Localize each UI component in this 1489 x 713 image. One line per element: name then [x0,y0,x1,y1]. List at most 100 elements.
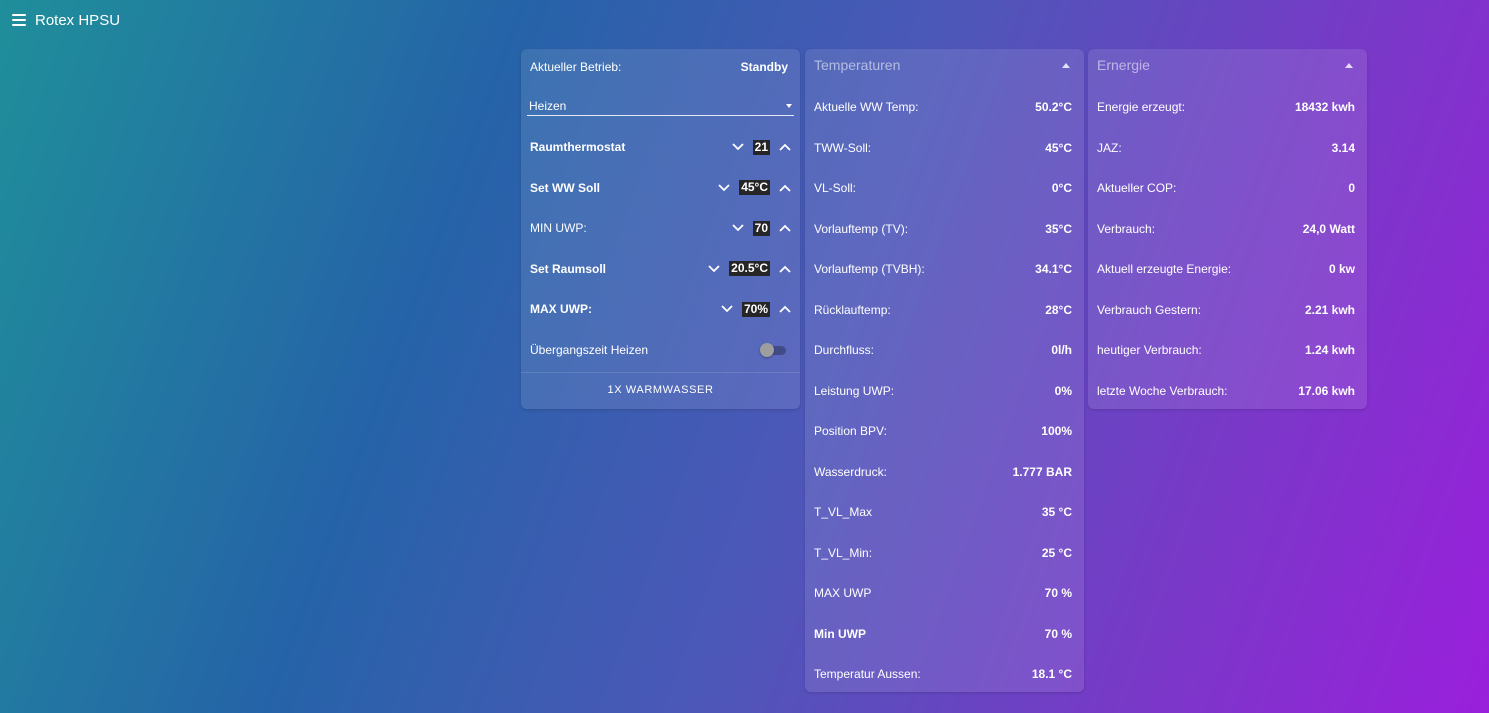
decrement-chevron-down-icon[interactable] [731,221,745,235]
number-control: 70 [731,220,792,236]
number-row: Set Raumsoll 20.5°C [521,249,800,290]
mode-select[interactable]: Heizen [527,84,794,116]
sensor-value: 70 % [1044,586,1072,601]
hot-water-once-button[interactable]: 1X WARMWASSER [521,373,800,407]
sensor-label: T_VL_Max [814,505,873,520]
sensor-value: 0°C [1051,181,1072,196]
sensor-value: 28°C [1045,302,1072,317]
sensor-value: 1.24 kwh [1304,343,1355,358]
number-value[interactable]: 70 [752,220,770,236]
sensor-label: heutiger Verbrauch: [1097,343,1202,358]
menu-icon[interactable] [12,14,26,26]
toggle-label: Übergangszeit Heizen [530,342,649,357]
sensor-row[interactable]: Aktueller COP: 0 [1088,168,1367,209]
sensor-value: 0% [1054,383,1072,398]
controls-card: Aktueller Betrieb: Standby Heizen Raumth… [521,49,800,409]
sensor-row[interactable]: MAX UWP 70 % [805,573,1084,614]
sensor-row[interactable]: Wasserdruck: 1.777 BAR [805,452,1084,493]
number-label: Raumthermostat [530,140,626,155]
sensor-value: 3.14 [1331,140,1355,155]
sensor-value: 0 kw [1328,262,1355,277]
sensor-row[interactable]: T_VL_Min: 25 °C [805,533,1084,574]
app-title: Rotex HPSU [35,12,121,29]
sensor-row[interactable]: Leistung UWP: 0% [805,371,1084,412]
sensor-row[interactable]: Position BPV: 100% [805,411,1084,452]
sensor-row[interactable]: Aktuell erzeugte Energie: 0 kw [1088,249,1367,290]
sensor-row[interactable]: VL-Soll: 0°C [805,168,1084,209]
number-control: 45°C [717,180,792,196]
number-label: MAX UWP: [530,302,592,317]
increment-chevron-up-icon[interactable] [778,140,792,154]
sensor-label: Durchfluss: [814,343,875,358]
sensor-row[interactable]: Vorlauftemp (TVBH): 34.1°C [805,249,1084,290]
sensor-label: Position BPV: [814,424,887,439]
sensor-row[interactable]: letzte Woche Verbrauch: 17.06 kwh [1088,371,1367,412]
sensor-row[interactable]: Verbrauch Gestern: 2.21 kwh [1088,290,1367,331]
sensor-label: TWW-Soll: [814,140,872,155]
sensor-row[interactable]: TWW-Soll: 45°C [805,128,1084,169]
sensor-label: Energie erzeugt: [1097,100,1186,115]
sensor-value: 0l/h [1051,343,1072,358]
number-control: 70% [720,301,792,317]
decrement-chevron-down-icon[interactable] [720,302,734,316]
sensor-value: 100% [1041,424,1072,439]
sensor-row[interactable]: Verbrauch: 24,0 Watt [1088,209,1367,250]
temperatures-card: Temperaturen Aktuelle WW Temp: 50.2°C TWW-… [805,49,1084,692]
increment-chevron-up-icon[interactable] [778,181,792,195]
sensor-label: Aktuell erzeugte Energie: [1097,262,1232,277]
increment-chevron-up-icon[interactable] [778,262,792,276]
increment-chevron-up-icon[interactable] [778,221,792,235]
number-value[interactable]: 21 [752,139,770,155]
sensor-row[interactable]: heutiger Verbrauch: 1.24 kwh [1088,330,1367,371]
decrement-chevron-down-icon[interactable] [707,262,721,276]
sensor-row[interactable]: JAZ: 3.14 [1088,128,1367,169]
number-control: 21 [731,139,792,155]
number-row: Raumthermostat 21 [521,127,800,168]
number-label: MIN UWP: [530,221,587,236]
number-value[interactable]: 20.5°C [729,261,770,277]
sensor-label: Temperatur Aussen: [814,667,921,682]
sensor-label: Rücklauftemp: [814,302,891,317]
number-value[interactable]: 45°C [739,180,770,196]
card-title: Ernergie [1097,57,1150,73]
number-label: Set WW Soll [530,180,600,195]
sensor-row[interactable]: Aktuelle WW Temp: 50.2°C [805,87,1084,128]
collapse-icon[interactable] [1345,62,1353,68]
energy-card: Ernergie Energie erzeugt: 18432 kwh JAZ: 3.… [1088,49,1367,409]
transition-heating-toggle[interactable] [760,342,786,357]
sensor-row[interactable]: Rücklauftemp: 28°C [805,290,1084,331]
sensor-value: 35°C [1045,221,1072,236]
sensor-label: Vorlauftemp (TV): [814,221,909,236]
sensor-value: 50.2°C [1035,100,1072,115]
sensor-row[interactable]: T_VL_Max 35 °C [805,492,1084,533]
sensor-label: Verbrauch: [1097,221,1156,236]
sensor-label: Verbrauch Gestern: [1097,302,1202,317]
sensor-value: 45°C [1045,140,1072,155]
sensor-label: MAX UWP [814,586,872,601]
sensor-label: Vorlauftemp (TVBH): [814,262,925,277]
sensor-row[interactable]: Energie erzeugt: 18432 kwh [1088,87,1367,128]
sensor-value: 70 % [1044,626,1072,641]
decrement-chevron-down-icon[interactable] [731,140,745,154]
sensor-label: Aktuelle WW Temp: [814,100,919,115]
number-value[interactable]: 70% [741,301,770,317]
sensor-row[interactable]: Vorlauftemp (TV): 35°C [805,209,1084,250]
sensor-value: 2.21 kwh [1304,302,1355,317]
sensor-row[interactable]: Temperatur Aussen: 18.1 °C [805,654,1084,695]
sensor-label: Wasserdruck: [814,464,887,479]
card-header: Temperaturen [805,49,1084,81]
number-control: 20.5°C [707,261,792,277]
increment-chevron-up-icon[interactable] [778,302,792,316]
sensor-value: 35 °C [1041,505,1072,520]
sensor-row[interactable]: Durchfluss: 0l/h [805,330,1084,371]
number-label: Set Raumsoll [530,261,607,276]
dropdown-caret-icon [786,104,792,108]
number-row: MIN UWP: 70 [521,208,800,249]
sensor-row[interactable]: Min UWP 70 % [805,614,1084,655]
sensor-value: 25 °C [1041,545,1072,560]
number-row: MAX UWP: 70% [521,289,800,330]
decrement-chevron-down-icon[interactable] [717,181,731,195]
sensor-value: 0 [1348,181,1355,196]
sensor-label: T_VL_Min: [814,545,873,560]
collapse-icon[interactable] [1062,62,1070,68]
